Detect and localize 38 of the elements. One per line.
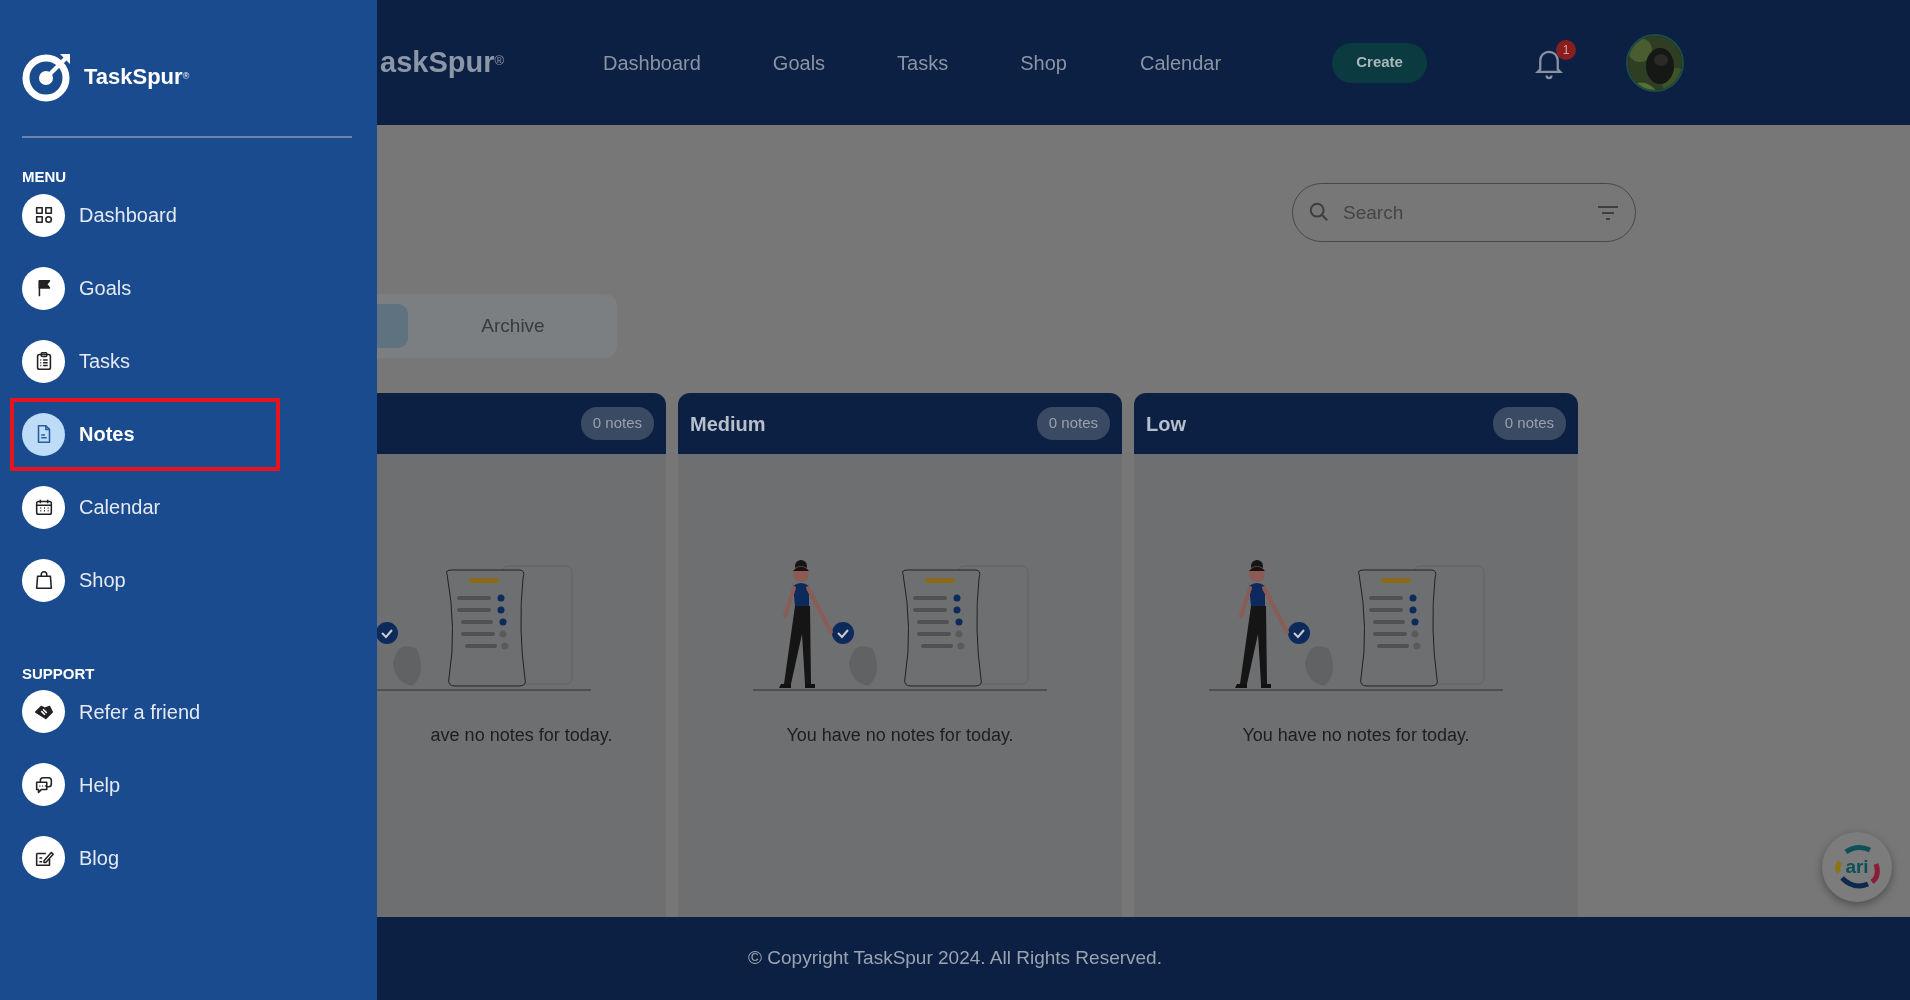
brand-name: askSpur$^{®}$ xyxy=(380,44,506,80)
document-icon xyxy=(22,412,65,456)
section-heading: SUPPORT xyxy=(21,663,96,684)
column-title: Medium xyxy=(690,411,766,437)
handshake-icon xyxy=(22,690,65,733)
empty-message: You have no notes for today. xyxy=(785,724,1015,747)
sidebar-item[interactable]: Notes xyxy=(10,397,280,471)
sidebar-item[interactable]: Blog xyxy=(10,821,280,894)
note-count: 0 notes xyxy=(1036,407,1110,440)
nav-link[interactable]: Calendar xyxy=(1139,47,1222,78)
nav-link[interactable]: Dashboard xyxy=(603,47,701,78)
nav-link[interactable]: Goals xyxy=(772,47,826,78)
calendar-icon xyxy=(22,485,65,529)
notification-badge: 1 xyxy=(1556,39,1577,60)
sidebar-item[interactable]: Shop xyxy=(10,543,280,617)
nav-link[interactable]: Tasks xyxy=(897,47,949,78)
chat-icon xyxy=(22,763,65,806)
sidebar-item[interactable]: Calendar xyxy=(10,470,280,544)
brand-name: TaskSpur$^{®}$ xyxy=(84,62,190,91)
note-count: 0 notes xyxy=(1492,407,1566,440)
copyright-text: © Copyright TaskSpur 2024. All Rights Reserved. xyxy=(748,946,1162,971)
search-icon xyxy=(1308,201,1330,223)
grid-icon xyxy=(22,193,65,237)
sidebar-item[interactable]: Help xyxy=(10,748,280,821)
bag-icon xyxy=(22,558,65,602)
empty-message: ave no notes for today. xyxy=(429,724,614,747)
clipboard-icon xyxy=(22,339,65,383)
sidebar-item[interactable]: Tasks xyxy=(10,324,280,398)
empty-message: You have no notes for today. xyxy=(1241,724,1471,747)
sidebar-item[interactable]: Goals xyxy=(10,251,280,325)
column-title: Low xyxy=(1146,411,1186,437)
create-button[interactable]: Create xyxy=(1332,42,1428,83)
nav-link[interactable]: Shop xyxy=(1020,47,1067,78)
filter-icon[interactable] xyxy=(1596,203,1620,223)
section-heading: MENU xyxy=(21,167,68,187)
note-count: 0 notes xyxy=(580,407,654,440)
flag-icon xyxy=(22,266,65,310)
edit-icon xyxy=(22,836,65,879)
